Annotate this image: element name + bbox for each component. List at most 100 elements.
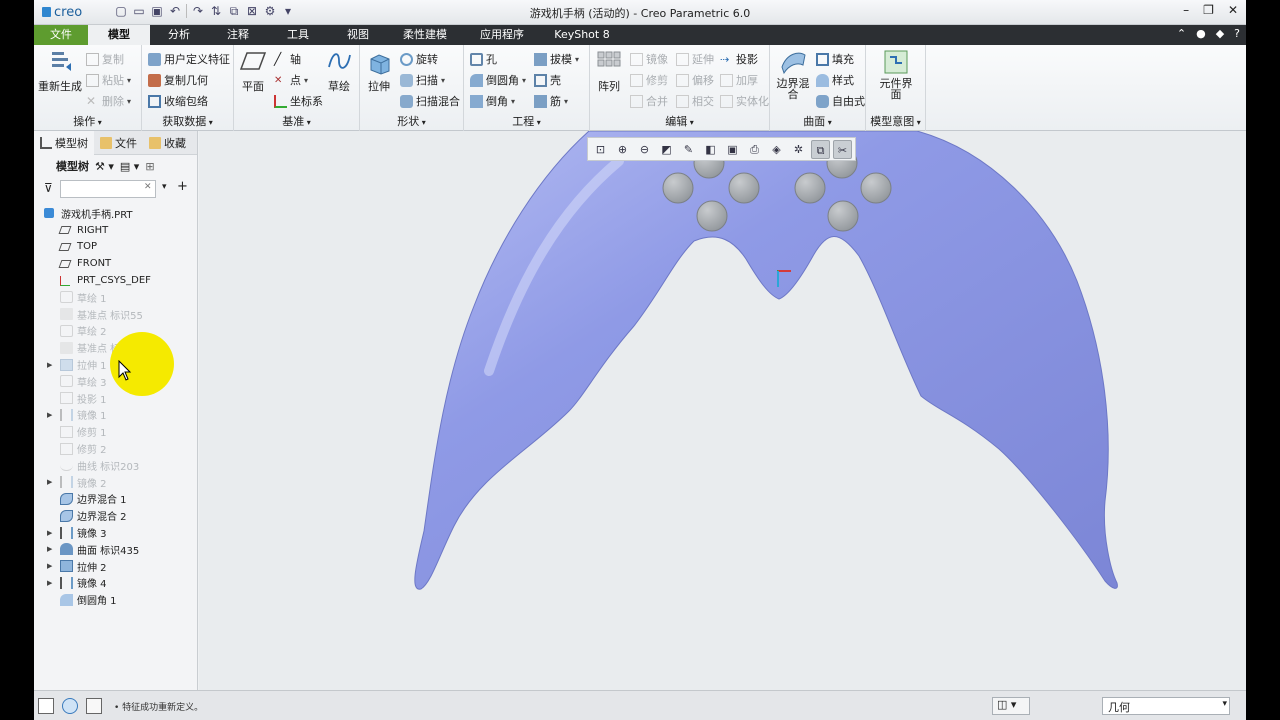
saved-orientations-icon[interactable]: ▣ <box>723 140 742 159</box>
face-button[interactable] <box>696 200 728 232</box>
revolve-button[interactable]: 旋转 <box>400 51 438 67</box>
shell-button[interactable]: 壳 <box>534 72 561 88</box>
group-label-editing[interactable]: 编辑 <box>590 113 769 129</box>
expand-arrow-icon[interactable]: ▶ <box>47 478 52 486</box>
paste-button[interactable]: 粘贴 ▾ <box>86 72 131 88</box>
tree-item[interactable]: ▶ 拉伸 2 <box>34 558 198 575</box>
face-button[interactable] <box>728 172 760 204</box>
tree-item[interactable]: FRONT <box>34 255 198 272</box>
copy-geometry-button[interactable]: 复制几何 <box>148 72 208 88</box>
group-label-get-data[interactable]: 获取数据 <box>142 113 233 129</box>
tree-item[interactable]: 曲线 标识203 <box>34 457 198 474</box>
tree-item[interactable]: 草绘 1 <box>34 289 198 306</box>
tab-model[interactable]: 模型 <box>88 25 150 45</box>
tree-item[interactable]: RIGHT <box>34 222 198 239</box>
csys-button[interactable]: 坐标系 <box>274 93 323 109</box>
tree-item[interactable]: 边界混合 2 <box>34 507 198 524</box>
repaint-icon[interactable]: ◩ <box>657 140 676 159</box>
tab-applications[interactable]: 应用程序 <box>462 25 542 45</box>
expand-arrow-icon[interactable]: ▶ <box>47 411 52 419</box>
tree-item[interactable]: 投影 1 <box>34 390 198 407</box>
tree-item[interactable]: ▶ 镜像 3 <box>34 524 198 541</box>
sweep-button[interactable]: 扫描 ▾ <box>400 72 445 88</box>
tab-annotate[interactable]: 注释 <box>208 25 268 45</box>
freestyle-button[interactable]: 自由式 <box>816 93 865 109</box>
find-button[interactable]: ◫ ▾ <box>992 697 1030 715</box>
face-button[interactable] <box>662 172 694 204</box>
tab-view[interactable]: 视图 <box>328 25 388 45</box>
tree-root-part[interactable]: 游戏机手柄.PRT <box>34 205 198 222</box>
graphics-window[interactable]: ⊡ ⊕ ⊖ ◩ ✎ ◧ ▣ ⎙ ◈ ✲ ⧉ ✂ <box>110 130 1246 690</box>
project-button[interactable]: ⇢ 投影 <box>720 51 758 67</box>
group-label-datum[interactable]: 基准 <box>234 113 359 129</box>
mirror-button[interactable]: 镜像 <box>630 51 668 67</box>
rib-button[interactable]: 筋 ▾ <box>534 93 568 109</box>
expand-arrow-icon[interactable]: ▶ <box>47 545 52 553</box>
delete-button[interactable]: ✕ 删除 ▾ <box>86 93 131 109</box>
view-manager-icon[interactable]: ⎙ <box>745 140 764 159</box>
navigator-toggle-icon[interactable] <box>38 698 54 714</box>
gamepad-body[interactable] <box>414 130 1118 590</box>
tab-keyshot[interactable]: KeyShot 8 <box>542 25 622 45</box>
tree-item[interactable]: ▶ 镜像 2 <box>34 474 198 491</box>
tree-item[interactable]: 修剪 2 <box>34 440 198 457</box>
group-label-shapes[interactable]: 形状 <box>360 113 463 129</box>
copy-button[interactable]: 复制 <box>86 51 124 67</box>
component-interface-button[interactable]: 元件界面 <box>872 49 920 101</box>
boundary-blend-button[interactable]: 边界混合 <box>772 49 814 101</box>
expand-arrow-icon[interactable]: ▶ <box>47 562 52 570</box>
shrinkwrap-button[interactable]: 收缩包络 <box>148 93 208 109</box>
plane-button[interactable]: 平面 <box>236 49 270 94</box>
tree-columns-icon[interactable]: ⊞ <box>145 160 154 173</box>
display-style-icon[interactable]: ◧ <box>701 140 720 159</box>
model-view[interactable] <box>199 130 1246 690</box>
tree-item[interactable]: ▶ 镜像 4 <box>34 575 198 592</box>
tree-search-input[interactable] <box>60 180 156 198</box>
show-menu-icon[interactable]: ▤ ▾ <box>120 160 139 173</box>
restore-button[interactable]: ❐ <box>1203 3 1214 17</box>
tree-item[interactable]: 修剪 1 <box>34 423 198 440</box>
expand-arrow-icon[interactable]: ▶ <box>47 579 52 587</box>
face-button[interactable] <box>827 200 859 232</box>
tab-file[interactable]: 文件 <box>34 25 88 45</box>
thicken-button[interactable]: 加厚 <box>720 72 758 88</box>
user-icon[interactable]: ● <box>1196 27 1206 40</box>
expand-arrow-icon[interactable]: ▶ <box>47 529 52 537</box>
fullscreen-toggle-icon[interactable] <box>86 698 102 714</box>
help-icon[interactable]: ? <box>1234 27 1240 40</box>
tab-flexible-modeling[interactable]: 柔性建模 <box>388 25 462 45</box>
regenerate-button[interactable]: 重新生成 <box>38 49 82 94</box>
udf-button[interactable]: 用户定义特征 <box>148 51 230 67</box>
clear-search-icon[interactable]: ✕ <box>144 182 152 192</box>
perspective-icon[interactable]: ✎ <box>679 140 698 159</box>
tree-item[interactable]: 倒圆角 1 <box>34 591 198 608</box>
chamfer-button[interactable]: 倒角 ▾ <box>470 93 515 109</box>
face-button[interactable] <box>794 172 826 204</box>
minimize-button[interactable]: – <box>1183 3 1189 17</box>
datum-display-icon[interactable]: ✲ <box>789 140 808 159</box>
group-label-operations[interactable]: 操作 <box>34 113 141 129</box>
point-button[interactable]: ✕ 点 ▾ <box>274 72 308 88</box>
trim-button[interactable]: 修剪 <box>630 72 668 88</box>
tree-item[interactable]: 边界混合 1 <box>34 491 198 508</box>
collapse-ribbon-icon[interactable]: ⌃ <box>1177 27 1186 40</box>
tab-favorites[interactable]: 收藏 <box>143 131 192 155</box>
face-button[interactable] <box>860 172 892 204</box>
tree-item[interactable]: ▶ 曲面 标识435 <box>34 541 198 558</box>
fill-button[interactable]: 填充 <box>816 51 854 67</box>
zoom-out-icon[interactable]: ⊖ <box>635 140 654 159</box>
tab-model-tree[interactable]: 模型树 <box>34 130 94 155</box>
community-icon[interactable]: ◆ <box>1216 27 1224 40</box>
round-button[interactable]: 倒圆角 ▾ <box>470 72 526 88</box>
filter-icon[interactable]: ⊽ <box>44 181 53 195</box>
pattern-button[interactable]: 阵列 <box>592 49 626 94</box>
solidify-button[interactable]: 实体化 <box>720 93 769 109</box>
tab-tools[interactable]: 工具 <box>268 25 328 45</box>
sketch-button[interactable]: 草绘 <box>322 49 356 94</box>
spin-center-icon[interactable]: ✂ <box>833 139 852 159</box>
draft-button[interactable]: 拔模 ▾ <box>534 51 579 67</box>
group-label-engineering[interactable]: 工程 <box>464 113 589 129</box>
section-icon[interactable]: ◈ <box>767 140 786 159</box>
tab-folder-browser[interactable]: 文件 <box>94 131 143 155</box>
swept-blend-button[interactable]: 扫描混合 <box>400 93 460 109</box>
